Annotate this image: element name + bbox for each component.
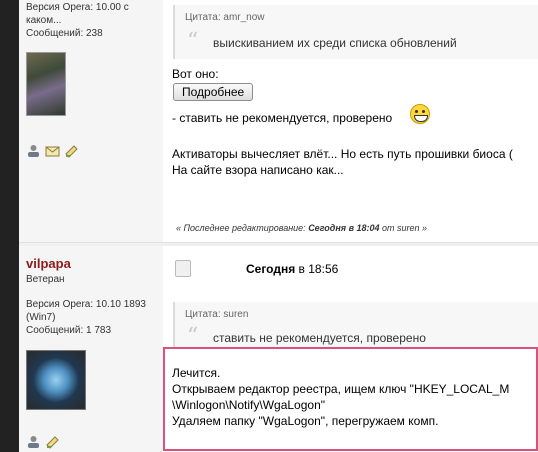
edit-note-when: Сегодня в 18:04: [308, 223, 380, 233]
edit-note-prefix: « Последнее редактирование:: [176, 223, 309, 233]
private-message-icon[interactable]: [45, 435, 60, 449]
post-content: Цитата: amr_now “ выискиванием их среди …: [163, 0, 538, 246]
quote-header: Цитата: suren: [185, 309, 249, 320]
profile-actions: [26, 435, 60, 449]
grin-smiley-icon: [410, 104, 430, 124]
opera-version: Версия Opera: 10.10 1893: [26, 299, 146, 310]
profile-actions: [26, 144, 79, 158]
author-profile: vilpapa Ветеран Версия Opera: 10.10 1893…: [19, 246, 163, 452]
post-date: Сегодня в 18:56: [246, 262, 338, 276]
message-count: Сообщений: 238: [26, 28, 103, 39]
username-link[interactable]: vilpapa: [26, 256, 71, 271]
text-site: На сайте взора написано как...: [172, 163, 344, 177]
opera-version-cont: каком...: [26, 15, 62, 26]
email-icon[interactable]: [45, 144, 60, 158]
user-rank: Ветеран: [26, 274, 65, 285]
user-profile-icon[interactable]: [26, 435, 41, 449]
message-count: Сообщений: 1 783: [26, 325, 112, 336]
text-line-2: Открываем редактор реестра, ищем ключ "H…: [172, 382, 510, 396]
quote-text: выискиванием их среди списка обновлений: [213, 36, 457, 50]
last-edit-note: « Последнее редактирование: Сегодня в 18…: [176, 223, 427, 233]
highlighted-answer: Лечится. Открываем редактор реестра, ище…: [163, 347, 538, 451]
details-button[interactable]: Подробнее: [173, 83, 254, 101]
user-profile-icon[interactable]: [26, 144, 41, 158]
left-dark-strip: [0, 0, 19, 452]
post-content: Сегодня в 18:56 Цитата: suren “ ставить …: [163, 246, 538, 452]
quote-text: ставить не рекомендуется, проверено: [213, 331, 426, 345]
quote-block: Цитата: amr_now “ выискиванием их среди …: [173, 5, 538, 59]
text-activators: Активаторы вычесляет влёт... Но есть пут…: [172, 147, 513, 161]
post-date-time: в 18:56: [295, 262, 339, 276]
text-line-3: \Winlogon\Notify\WgaLogon": [172, 398, 326, 412]
text-not-recommended: - ставить не рекомендуется, проверено: [172, 111, 393, 125]
post-icon: [175, 260, 191, 277]
edit-note-by: от suren »: [379, 223, 428, 233]
avatar: [26, 52, 66, 116]
text-line-1: Лечится.: [172, 366, 221, 380]
post-vilpapa: vilpapa Ветеран Версия Opera: 10.10 1893…: [19, 246, 538, 452]
avatar: [26, 350, 86, 410]
quote-mark-icon: “: [187, 29, 199, 54]
post-amr-reply: Версия Opera: 10.00 с каком... Сообщений…: [19, 0, 538, 246]
private-message-icon[interactable]: [64, 144, 79, 158]
quote-block: Цитата: suren “ ставить не рекомендуется…: [173, 302, 538, 349]
text-line-4: Удаляем папку "WgaLogon", перегружаем ко…: [172, 414, 439, 428]
author-profile: Версия Opera: 10.00 с каком... Сообщений…: [19, 0, 163, 246]
text-here: Вот оно:: [172, 67, 219, 81]
os-version: (Win7): [26, 312, 56, 323]
quote-header: Цитата: amr_now: [185, 12, 265, 23]
quote-mark-icon: “: [187, 324, 199, 349]
opera-version: Версия Opera: 10.00 с: [26, 2, 129, 13]
post-date-day: Сегодня: [246, 262, 296, 276]
